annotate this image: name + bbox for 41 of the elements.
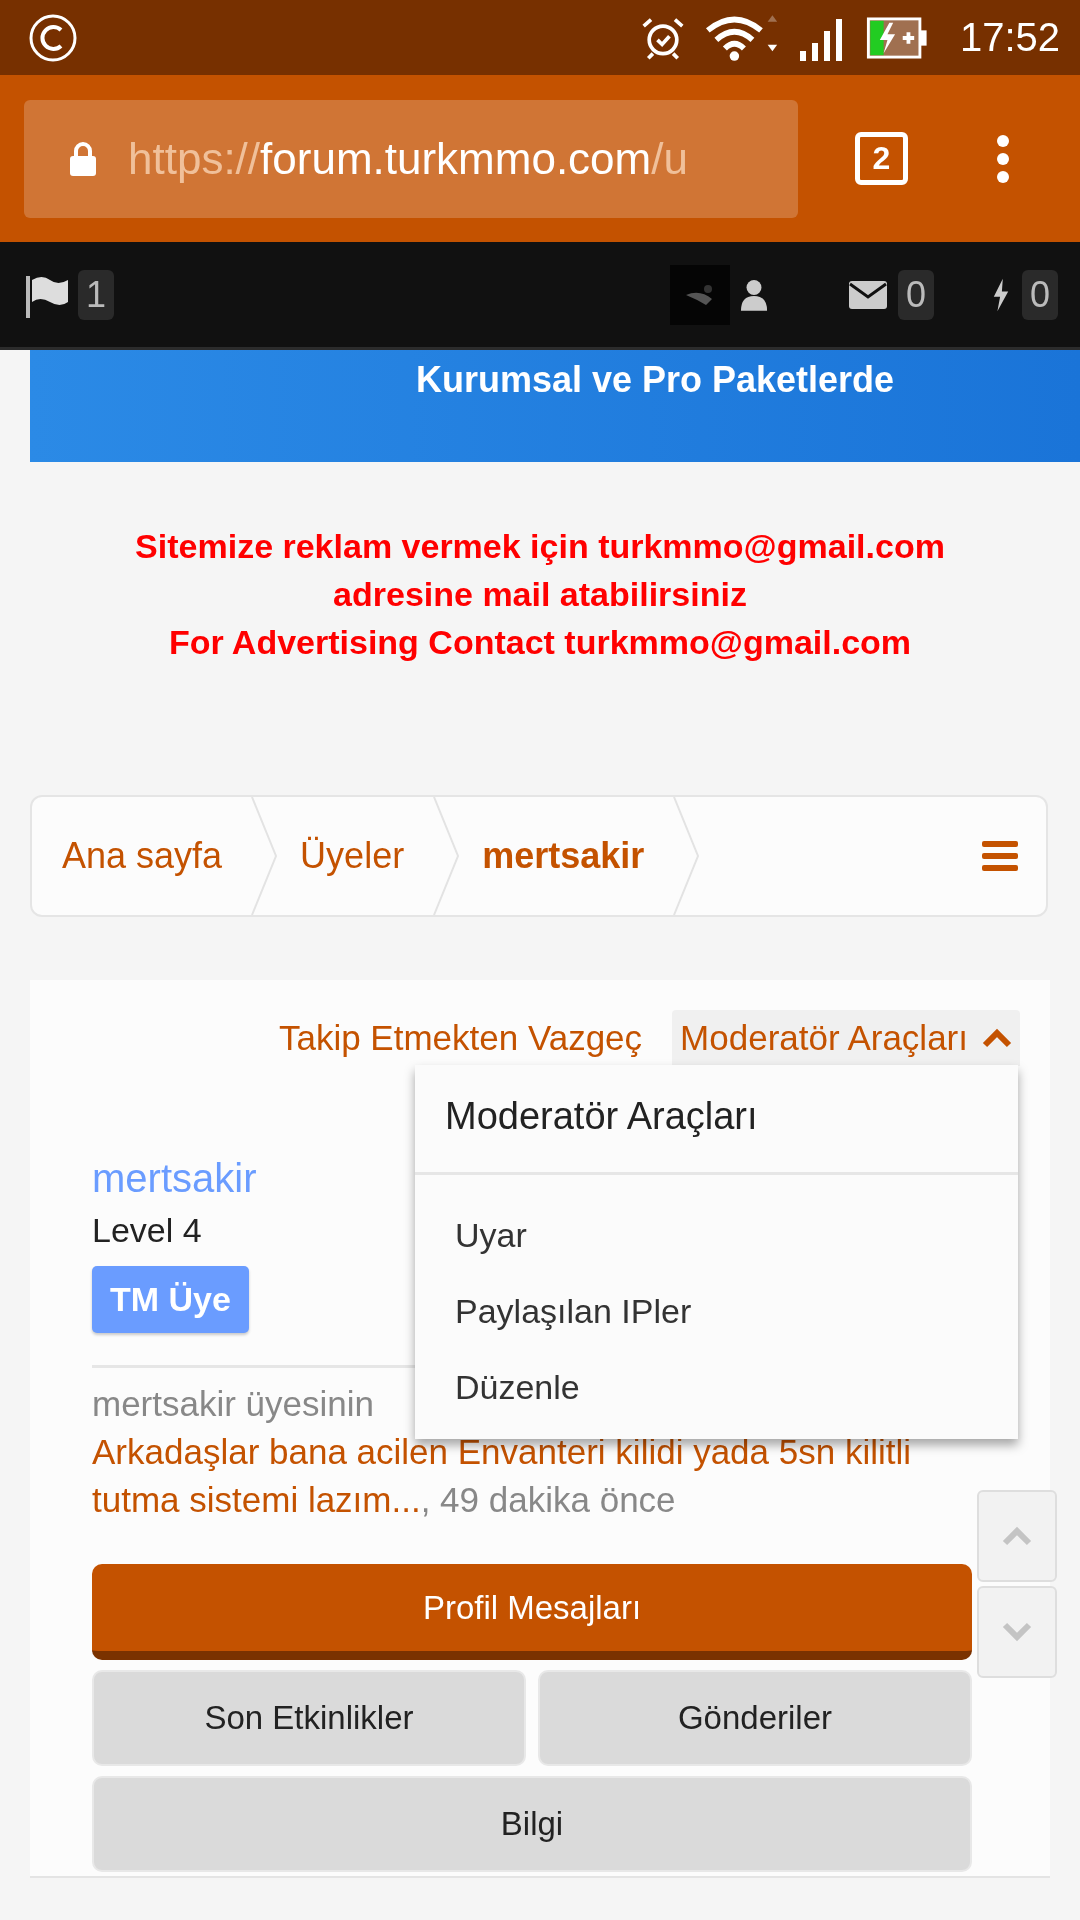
lock-icon <box>68 140 98 177</box>
address-bar[interactable]: https://forum.turkmmo.com/u <box>24 99 798 218</box>
profile-tab[interactable]: Profil Mesajları <box>92 1564 972 1660</box>
wifi-icon <box>703 13 780 62</box>
ad-notice-text: Sitemize reklam vermek için turkmmo@gmail.com <box>135 526 945 567</box>
chevron-down-icon <box>1002 1622 1032 1642</box>
notifications-count: 0 <box>1021 269 1058 320</box>
breadcrumb-item[interactable]: mertsakir <box>462 797 703 915</box>
lightning-icon[interactable] <box>991 277 1010 312</box>
more-options-icon[interactable] <box>996 133 1010 184</box>
member-badge: TM Üye <box>92 1266 249 1333</box>
user-title: Level 4 <box>92 1211 202 1250</box>
profile-tab[interactable]: Bilgi <box>92 1776 972 1872</box>
menu-item[interactable]: Uyar <box>415 1197 567 1273</box>
chevron-up-icon <box>982 1028 1012 1048</box>
menu-item[interactable]: Düzenle <box>415 1349 620 1425</box>
chevron-up-icon <box>1002 1526 1032 1546</box>
envelope-icon[interactable] <box>847 279 888 310</box>
status-text: mertsakir üyesinin <box>92 1383 375 1425</box>
dropdown-title: Moderatör Araçları <box>415 1065 1018 1175</box>
ad-notice-text: adresine mail atabilirsiniz <box>333 574 747 615</box>
breadcrumb-item[interactable]: Ana sayfa <box>32 797 281 915</box>
ad-notice-text: For Advertising Contact turkmmo@gmail.com <box>168 622 912 663</box>
status-time: , 49 dakika önce <box>420 1480 676 1519</box>
battery-icon <box>865 16 928 59</box>
banner-text: Kurumsal ve Pro Paketlerde <box>415 358 895 402</box>
alerts-count: 1 <box>78 269 115 320</box>
moderator-tools-button[interactable]: Moderatör Araçları <box>672 1010 1020 1066</box>
profile-tab[interactable]: Son Etkinlikler <box>92 1670 526 1766</box>
profile-tab[interactable]: Gönderiler <box>538 1670 972 1766</box>
menu-icon[interactable] <box>982 841 1018 871</box>
username[interactable]: mertsakir <box>92 1156 257 1201</box>
ad-banner[interactable]: Kurumsal ve Pro Paketlerde <box>30 350 1080 462</box>
breadcrumb-item[interactable]: Üyeler <box>280 797 463 915</box>
unfollow-link[interactable]: Takip Etmekten Vazgeç <box>278 1018 643 1058</box>
menu-item[interactable]: Paylaşılan IPler <box>415 1273 732 1349</box>
tab-count-button[interactable]: 2 <box>855 132 908 185</box>
clock-time: 17:52 <box>959 15 1060 60</box>
user-icon[interactable] <box>739 278 768 311</box>
messages-count: 0 <box>897 269 934 320</box>
notification-icon <box>28 12 78 63</box>
